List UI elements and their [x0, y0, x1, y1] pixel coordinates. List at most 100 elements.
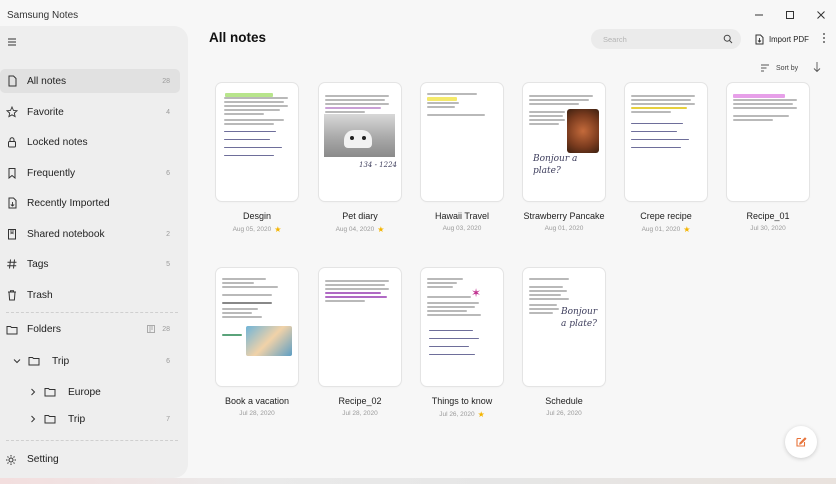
- import-icon: [6, 197, 18, 209]
- lock-icon: [6, 136, 18, 148]
- note-thumbnail: [216, 83, 298, 201]
- note-title: Things to know: [431, 396, 493, 406]
- note-card-things-to-know[interactable]: ✶ Things to know Jul 26, 2020 ★: [421, 268, 506, 419]
- sidebar-item-setting[interactable]: Setting: [0, 448, 188, 472]
- vacation-photo: [246, 326, 292, 356]
- sort-direction-icon[interactable]: [812, 61, 822, 73]
- sparkle-doodle-icon: ✶: [471, 286, 482, 300]
- sidebar-item-locked-notes[interactable]: Locked notes: [0, 130, 188, 154]
- cat-photo: [324, 114, 395, 157]
- note-thumbnail: Bonjour a plate?: [523, 83, 605, 201]
- note-card-schedule[interactable]: Bonjour a plate? Schedule Jul 26, 2020: [523, 268, 608, 417]
- note-meta: Aug 04, 2020 ★: [335, 225, 385, 234]
- folder-icon: [44, 388, 56, 397]
- more-options-icon[interactable]: [820, 32, 828, 44]
- import-pdf-icon: [755, 34, 764, 44]
- hamburger-menu-icon[interactable]: [7, 37, 17, 47]
- favorite-star-icon[interactable]: ★: [377, 225, 384, 234]
- sidebar-item-tags[interactable]: Tags 5: [0, 252, 188, 276]
- note-meta: Aug 01, 2020 ★: [641, 225, 691, 234]
- chevron-right-icon[interactable]: [28, 414, 38, 424]
- app-window: Samsung Notes All notes 28 Favorite 4 Lo…: [0, 0, 836, 478]
- note-thumbnail: [625, 83, 707, 201]
- note-title: Book a vacation: [224, 396, 290, 406]
- note-thumbnail: ✶: [421, 268, 503, 386]
- note-card-recipe-02[interactable]: Recipe_02 Jul 28, 2020: [319, 268, 404, 417]
- note-title: Recipe_02: [338, 396, 382, 406]
- minimize-icon: [754, 14, 763, 16]
- folder-trip-sub[interactable]: Trip 7: [28, 408, 188, 430]
- folder-icon: [44, 415, 56, 424]
- note-title: Recipe_01: [746, 211, 790, 221]
- note-title: Strawberry Pancake: [523, 211, 605, 221]
- note-thumbnail: [727, 83, 809, 201]
- hash-icon: [6, 258, 18, 270]
- note-thumbnail: [216, 268, 298, 386]
- folder-trip[interactable]: Trip 6: [12, 350, 188, 372]
- sidebar-divider: [6, 312, 178, 313]
- sidebar-divider: [6, 440, 178, 441]
- note-meta: Aug 03, 2020: [442, 225, 482, 232]
- trash-icon: [6, 289, 18, 301]
- sidebar-item-trash[interactable]: Trash: [0, 283, 188, 307]
- main-content: All notes Search Import PDF Sort by Desg…: [188, 26, 836, 478]
- sidebar-item-all-notes[interactable]: All notes 28: [0, 69, 188, 93]
- note-thumbnail: [319, 268, 401, 386]
- sort-by-button[interactable]: Sort by: [760, 62, 798, 74]
- sidebar-item-favorite[interactable]: Favorite 4: [0, 100, 188, 124]
- chevron-down-icon[interactable]: [12, 356, 22, 366]
- note-card-pet-diary[interactable]: 134 - 1224 Pet diary Aug 04, 2020 ★: [319, 83, 404, 234]
- sidebar-item-shared-notebook[interactable]: Shared notebook 2: [0, 222, 188, 246]
- note-meta: Jul 26, 2020 ★: [439, 410, 485, 419]
- sidebar-item-recently-imported[interactable]: Recently Imported: [0, 191, 188, 215]
- sidebar-item-folders[interactable]: Folders 28: [0, 318, 188, 342]
- note-title: Crepe recipe: [640, 211, 692, 221]
- bookmark-icon: [6, 167, 18, 179]
- note-thumbnail: 134 - 1224: [319, 83, 401, 201]
- note-title: Hawaii Travel: [434, 211, 490, 221]
- maximize-icon: [785, 11, 794, 19]
- note-thumbnail: Bonjour a plate?: [523, 268, 605, 386]
- note-card-crepe-recipe[interactable]: Crepe recipe Aug 01, 2020 ★: [625, 83, 710, 234]
- favorite-star-icon[interactable]: ★: [478, 410, 485, 419]
- folder-icon: [6, 326, 18, 335]
- page-title: All notes: [209, 30, 267, 45]
- note-card-desgin[interactable]: Desgin Aug 05, 2020 ★: [216, 83, 301, 234]
- note-meta: Aug 01, 2020: [544, 225, 584, 232]
- note-title: Pet diary: [342, 211, 378, 221]
- search-placeholder: Search: [603, 35, 627, 44]
- close-icon: [816, 11, 825, 19]
- import-pdf-button[interactable]: Import PDF: [754, 31, 809, 47]
- favorite-star-icon[interactable]: ★: [274, 225, 281, 234]
- sidebar-item-frequently[interactable]: Frequently 6: [0, 161, 188, 185]
- folder-icon: [28, 357, 40, 366]
- folder-europe[interactable]: Europe: [28, 381, 188, 403]
- note-card-book-a-vacation[interactable]: Book a vacation Jul 28, 2020: [216, 268, 301, 417]
- app-title: Samsung Notes: [7, 9, 79, 21]
- sidebar: All notes 28 Favorite 4 Locked notes Fre…: [0, 26, 188, 478]
- search-input[interactable]: Search: [591, 29, 741, 49]
- note-meta: Jul 26, 2020: [546, 410, 582, 417]
- folder-manage-icon[interactable]: [147, 325, 155, 333]
- gear-icon: [6, 455, 16, 465]
- note-meta: Jul 28, 2020: [239, 410, 275, 417]
- note-card-hawaii-travel[interactable]: Hawaii Travel Aug 03, 2020: [421, 83, 506, 232]
- search-icon[interactable]: [723, 34, 733, 44]
- star-icon: [6, 106, 18, 118]
- note-title: Schedule: [545, 396, 583, 406]
- note-title: Desgin: [242, 211, 271, 221]
- handwriting-text: 134 - 1224: [359, 161, 397, 169]
- pancake-photo: [567, 109, 599, 153]
- note-meta: Aug 05, 2020 ★: [232, 225, 282, 234]
- note-meta: Jul 30, 2020: [750, 225, 786, 232]
- share-icon: [6, 228, 18, 240]
- handwriting-text: Bonjour a plate?: [533, 154, 578, 176]
- note-card-recipe-01[interactable]: Recipe_01 Jul 30, 2020: [727, 83, 812, 232]
- favorite-star-icon[interactable]: ★: [683, 225, 690, 234]
- new-note-button[interactable]: [785, 426, 817, 458]
- note-card-strawberry-pancake[interactable]: Bonjour a plate? Strawberry Pancake Aug …: [523, 83, 608, 232]
- note-meta: Jul 28, 2020: [342, 410, 378, 417]
- handwriting-text: Bonjour a plate?: [561, 307, 598, 329]
- document-icon: [6, 75, 18, 87]
- chevron-right-icon[interactable]: [28, 387, 38, 397]
